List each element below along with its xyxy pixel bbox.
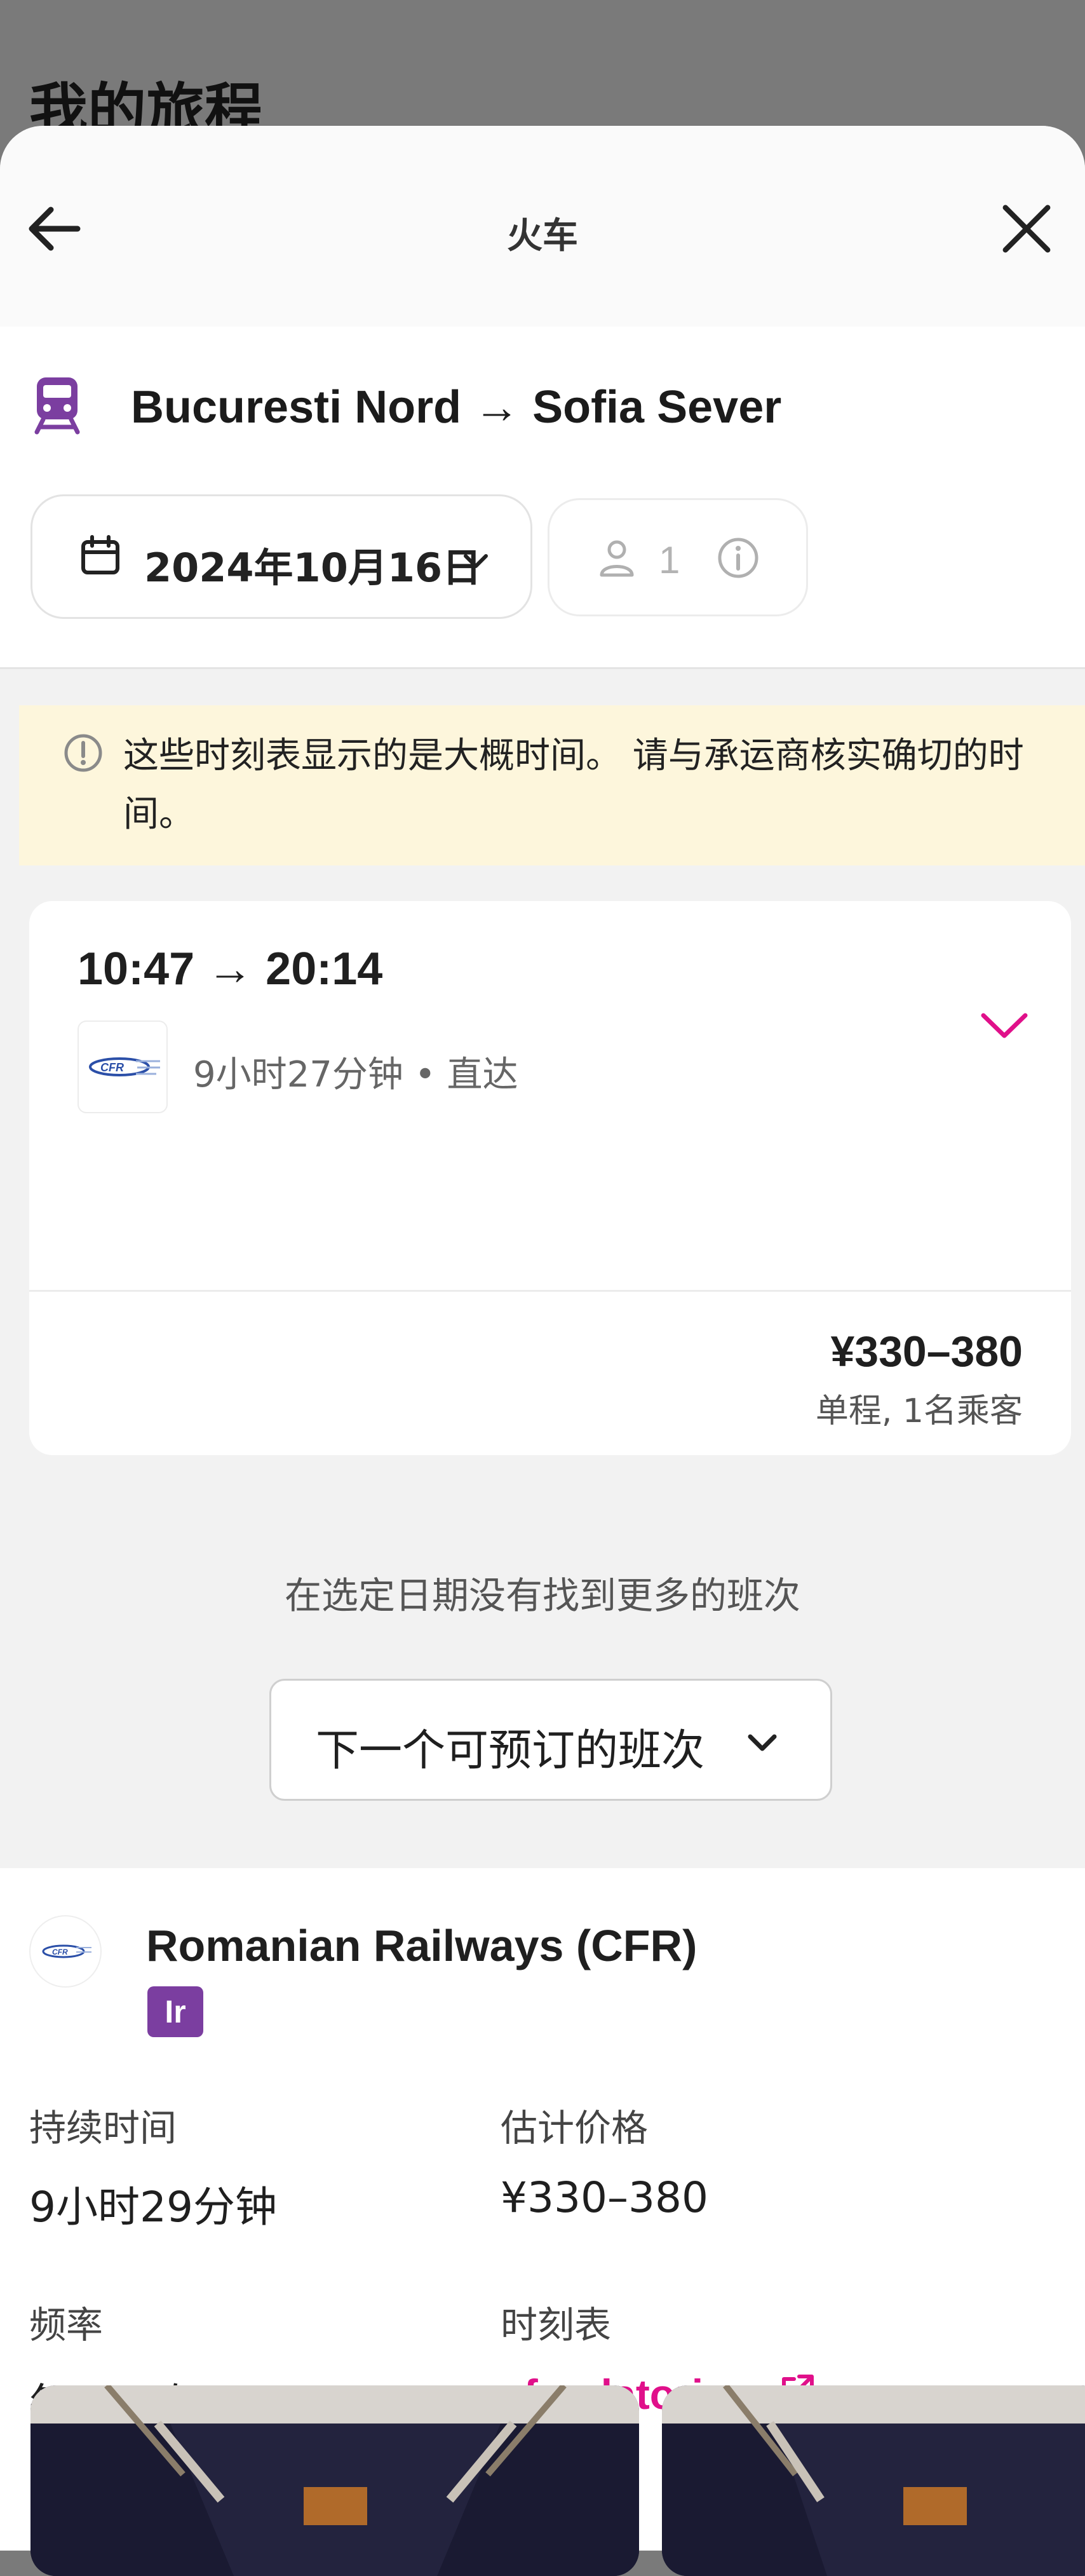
operator-logo: CFR — [29, 1915, 102, 1988]
next-available-label: 下一个可预订的班次 — [316, 1726, 705, 1776]
notice-text: 这些时刻表显示的是大概时间。 请与承运商核实确切的时间。 — [123, 735, 1024, 835]
svg-text:CFR: CFR — [52, 1948, 68, 1956]
price-value: ¥330–380 — [501, 2173, 708, 2222]
duration-value: 9小时29分钟 — [29, 2183, 277, 2232]
date-picker-button[interactable]: 2024年10月16日 — [30, 494, 532, 619]
frequency-label: 频率 — [29, 2303, 104, 2347]
route-panel: Bucuresti Nord → Sofia Sever 2024年10月16日… — [0, 327, 1085, 669]
card-divider — [29, 1290, 1071, 1292]
train-sheet: 火车 Bucuresti Nord → Sofia Sever 2024年10月… — [0, 126, 1085, 2551]
calendar-icon — [81, 535, 119, 574]
schedule-label: 时刻表 — [501, 2303, 612, 2347]
sheet-header: 火车 — [0, 126, 1085, 329]
trip-times: 10:47 → 20:14 — [78, 944, 383, 994]
chevron-down-icon — [464, 554, 488, 568]
svg-text:CFR: CFR — [100, 1061, 124, 1074]
person-icon — [600, 540, 634, 577]
train-interior-photo[interactable] — [662, 2385, 1085, 2576]
cfr-logo: CFR — [78, 1020, 168, 1113]
duration-label: 持续时间 — [29, 2106, 177, 2150]
operator-name: Romanian Railways (CFR) — [146, 1921, 698, 1970]
warning-icon — [64, 734, 102, 772]
passenger-button[interactable]: 1 — [548, 498, 808, 616]
train-type-badge: Ir — [147, 1986, 203, 2037]
close-icon[interactable] — [994, 196, 1060, 262]
no-more-trips-text: 在选定日期没有找到更多的班次 — [284, 1574, 800, 1617]
trip-card[interactable]: 10:47 → 20:14 CFR 9小时27分钟 • 直达 ¥330–380 … — [29, 901, 1071, 1455]
train-interior-photo[interactable] — [30, 2385, 639, 2576]
sheet-title: 火车 — [507, 215, 578, 257]
trip-price: ¥330–380 — [830, 1327, 1023, 1376]
info-icon[interactable] — [716, 536, 760, 580]
route-text: Bucuresti Nord → Sofia Sever — [131, 382, 782, 433]
chevron-down-icon[interactable] — [976, 1004, 1033, 1048]
passenger-count: 1 — [659, 539, 680, 581]
price-label: 估计价格 — [501, 2106, 649, 2150]
train-icon — [34, 377, 80, 435]
trip-price-note: 单程, 1名乘客 — [815, 1392, 1023, 1430]
chevron-down-icon — [748, 1734, 777, 1751]
trip-meta: 9小时27分钟 • 直达 — [193, 1054, 518, 1095]
schedule-notice: 这些时刻表显示的是大概时间。 请与承运商核实确切的时间。 — [19, 705, 1085, 865]
date-value: 2024年10月16日 — [144, 545, 482, 591]
next-available-button[interactable]: 下一个可预订的班次 — [269, 1679, 832, 1801]
